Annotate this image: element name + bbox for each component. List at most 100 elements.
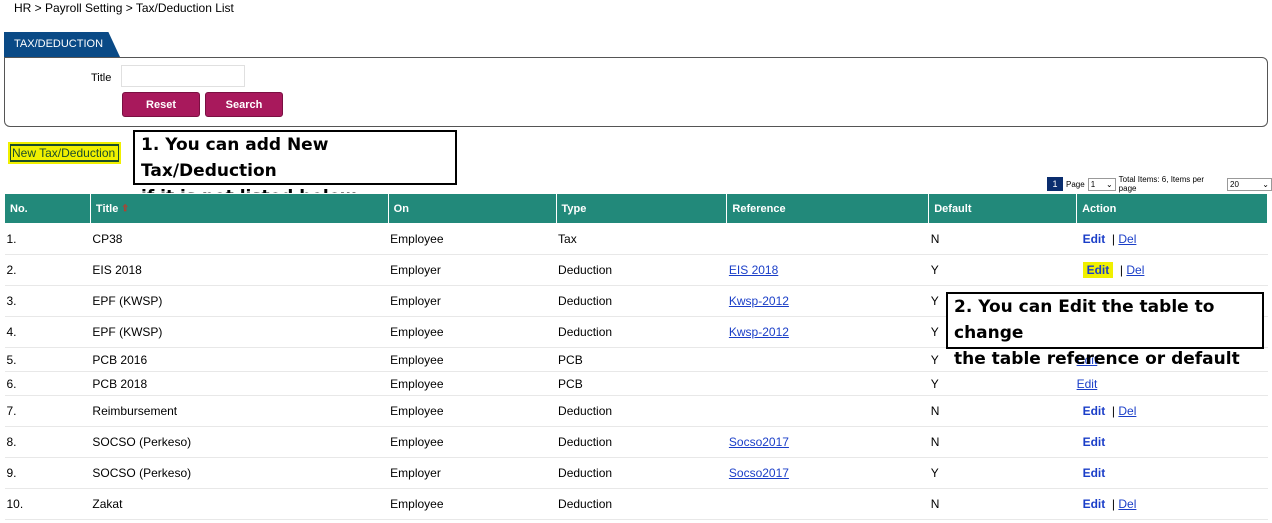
delete-link[interactable]: Del xyxy=(1126,263,1144,277)
title-input[interactable] xyxy=(121,65,245,87)
table-row: 6. PCB 2018 Employee PCB Y Edit xyxy=(4,371,1268,396)
annotation-add-line1: 1. You can add New Tax/Deduction xyxy=(141,135,329,181)
cell-reference xyxy=(726,395,929,427)
cell-type: Deduction xyxy=(556,285,727,317)
col-title-label: Title xyxy=(95,202,119,215)
annotation-edit: 2. You can Edit the table to change the … xyxy=(946,292,1264,369)
reference-link[interactable]: Kwsp-2012 xyxy=(729,294,789,308)
reference-link[interactable]: Socso2017 xyxy=(729,435,789,449)
cell-reference: Kwsp-2012 xyxy=(726,285,929,317)
cell-reference xyxy=(726,347,929,372)
cell-type: Deduction xyxy=(556,395,727,427)
cell-title: SOCSO (Perkeso) xyxy=(90,426,389,458)
search-button[interactable]: Search xyxy=(205,92,283,117)
chevron-down-icon: ⌄ xyxy=(1262,179,1269,189)
col-reference[interactable]: Reference xyxy=(726,193,930,224)
edit-link[interactable]: Edit xyxy=(1082,262,1114,278)
cell-no: 4. xyxy=(4,316,91,348)
items-per-page-value: 20 xyxy=(1230,179,1239,189)
cell-action: Edit xyxy=(1076,371,1268,396)
cell-type: Deduction xyxy=(556,457,727,489)
delete-link[interactable]: Del xyxy=(1118,497,1136,511)
cell-action: Edit | Del xyxy=(1076,395,1268,427)
cell-title: CP38 xyxy=(90,223,389,255)
col-on[interactable]: On xyxy=(387,193,557,224)
edit-link[interactable]: Edit xyxy=(1083,435,1106,449)
cell-title: PCB 2018 xyxy=(90,371,389,396)
delete-link[interactable]: Del xyxy=(1118,404,1136,418)
cell-type: Tax xyxy=(556,223,727,255)
annotation-edit-line2: the table reference or default xyxy=(954,349,1240,369)
cell-no: 3. xyxy=(4,285,91,317)
cell-reference xyxy=(726,488,929,520)
cell-type: Deduction xyxy=(556,254,727,286)
cell-default: N xyxy=(928,223,1077,255)
cell-no: 9. xyxy=(4,457,91,489)
cell-reference: Socso2017 xyxy=(726,457,929,489)
cell-reference: Socso2017 xyxy=(726,426,929,458)
cell-action: Edit | Del xyxy=(1076,254,1268,286)
page-select[interactable]: 1 ⌄ xyxy=(1087,177,1116,191)
edit-link[interactable]: Edit xyxy=(1083,466,1106,480)
items-per-page-select[interactable]: 20 ⌄ xyxy=(1227,177,1272,191)
sort-up-icon: ⇧ xyxy=(121,202,129,213)
cell-default: N xyxy=(928,426,1077,458)
col-title[interactable]: Title ⇧ xyxy=(89,193,389,224)
table-header-row: No. Title ⇧ On Type Reference Default Ac… xyxy=(4,193,1268,224)
tab-tax-deduction[interactable]: TAX/DEDUCTION xyxy=(4,32,120,57)
breadcrumb: HR > Payroll Setting > Tax/Deduction Lis… xyxy=(14,1,234,15)
cell-on: Employee xyxy=(388,316,557,348)
table-row: 2. EIS 2018 Employer Deduction EIS 2018 Y Edit… xyxy=(4,254,1268,286)
cell-type: PCB xyxy=(556,371,727,396)
pager: 1 Page 1 ⌄ Total Items: 6, Items per pag… xyxy=(1047,175,1272,193)
cell-no: 10. xyxy=(4,488,91,520)
reference-link[interactable]: Socso2017 xyxy=(729,466,789,480)
cell-type: Deduction xyxy=(556,426,727,458)
search-panel: Title Reset Search xyxy=(4,57,1268,127)
title-label: Title xyxy=(91,72,112,84)
cell-on: Employee xyxy=(388,223,557,255)
col-type[interactable]: Type xyxy=(555,193,728,224)
table-row: 1. CP38 Employee Tax N Edit | Del xyxy=(4,223,1268,255)
cell-title: EIS 2018 xyxy=(90,254,389,286)
new-tax-deduction-label: New Tax/Deduction xyxy=(11,146,118,160)
reset-button[interactable]: Reset xyxy=(122,92,200,117)
cell-title: PCB 2016 xyxy=(90,347,389,372)
cell-on: Employee xyxy=(388,371,557,396)
edit-link[interactable]: Edit xyxy=(1083,232,1106,246)
edit-link[interactable]: Edit xyxy=(1083,497,1106,511)
reference-link[interactable]: Kwsp-2012 xyxy=(729,325,789,339)
cell-on: Employee xyxy=(388,347,557,372)
reference-link[interactable]: EIS 2018 xyxy=(729,263,778,277)
edit-link[interactable]: Edit xyxy=(1083,404,1106,418)
cell-no: 5. xyxy=(4,347,91,372)
cell-type: PCB xyxy=(556,347,727,372)
col-no[interactable]: No. xyxy=(4,193,91,224)
cell-default: Y xyxy=(928,254,1077,286)
cell-default: Y xyxy=(928,371,1077,396)
cell-no: 8. xyxy=(4,426,91,458)
cell-on: Employee xyxy=(388,488,557,520)
delete-link[interactable]: Del xyxy=(1118,232,1136,246)
cell-reference: EIS 2018 xyxy=(726,254,929,286)
cell-title: EPF (KWSP) xyxy=(90,285,389,317)
cell-default: Y xyxy=(928,457,1077,489)
cell-no: 1. xyxy=(4,223,91,255)
cell-action: Edit xyxy=(1076,457,1268,489)
cell-on: Employer xyxy=(388,285,557,317)
page-select-value: 1 xyxy=(1090,179,1096,189)
annotation-add: 1. You can add New Tax/Deduction if it i… xyxy=(133,130,457,207)
new-tax-deduction-button[interactable]: New Tax/Deduction xyxy=(8,142,121,164)
page-number[interactable]: 1 xyxy=(1047,177,1063,191)
chevron-down-icon: ⌄ xyxy=(1105,179,1113,189)
col-action: Action xyxy=(1076,193,1268,224)
col-default[interactable]: Default xyxy=(928,193,1078,224)
cell-title: SOCSO (Perkeso) xyxy=(90,457,389,489)
total-items-label: Total Items: 6, Items per page xyxy=(1118,175,1205,193)
cell-title: Reimbursement xyxy=(90,395,389,427)
edit-link[interactable]: Edit xyxy=(1077,377,1098,391)
annotation-edit-line1: 2. You can Edit the table to change xyxy=(954,297,1215,343)
cell-action: Edit | Del xyxy=(1076,223,1268,255)
cell-on: Employee xyxy=(388,426,557,458)
cell-title: EPF (KWSP) xyxy=(90,316,389,348)
